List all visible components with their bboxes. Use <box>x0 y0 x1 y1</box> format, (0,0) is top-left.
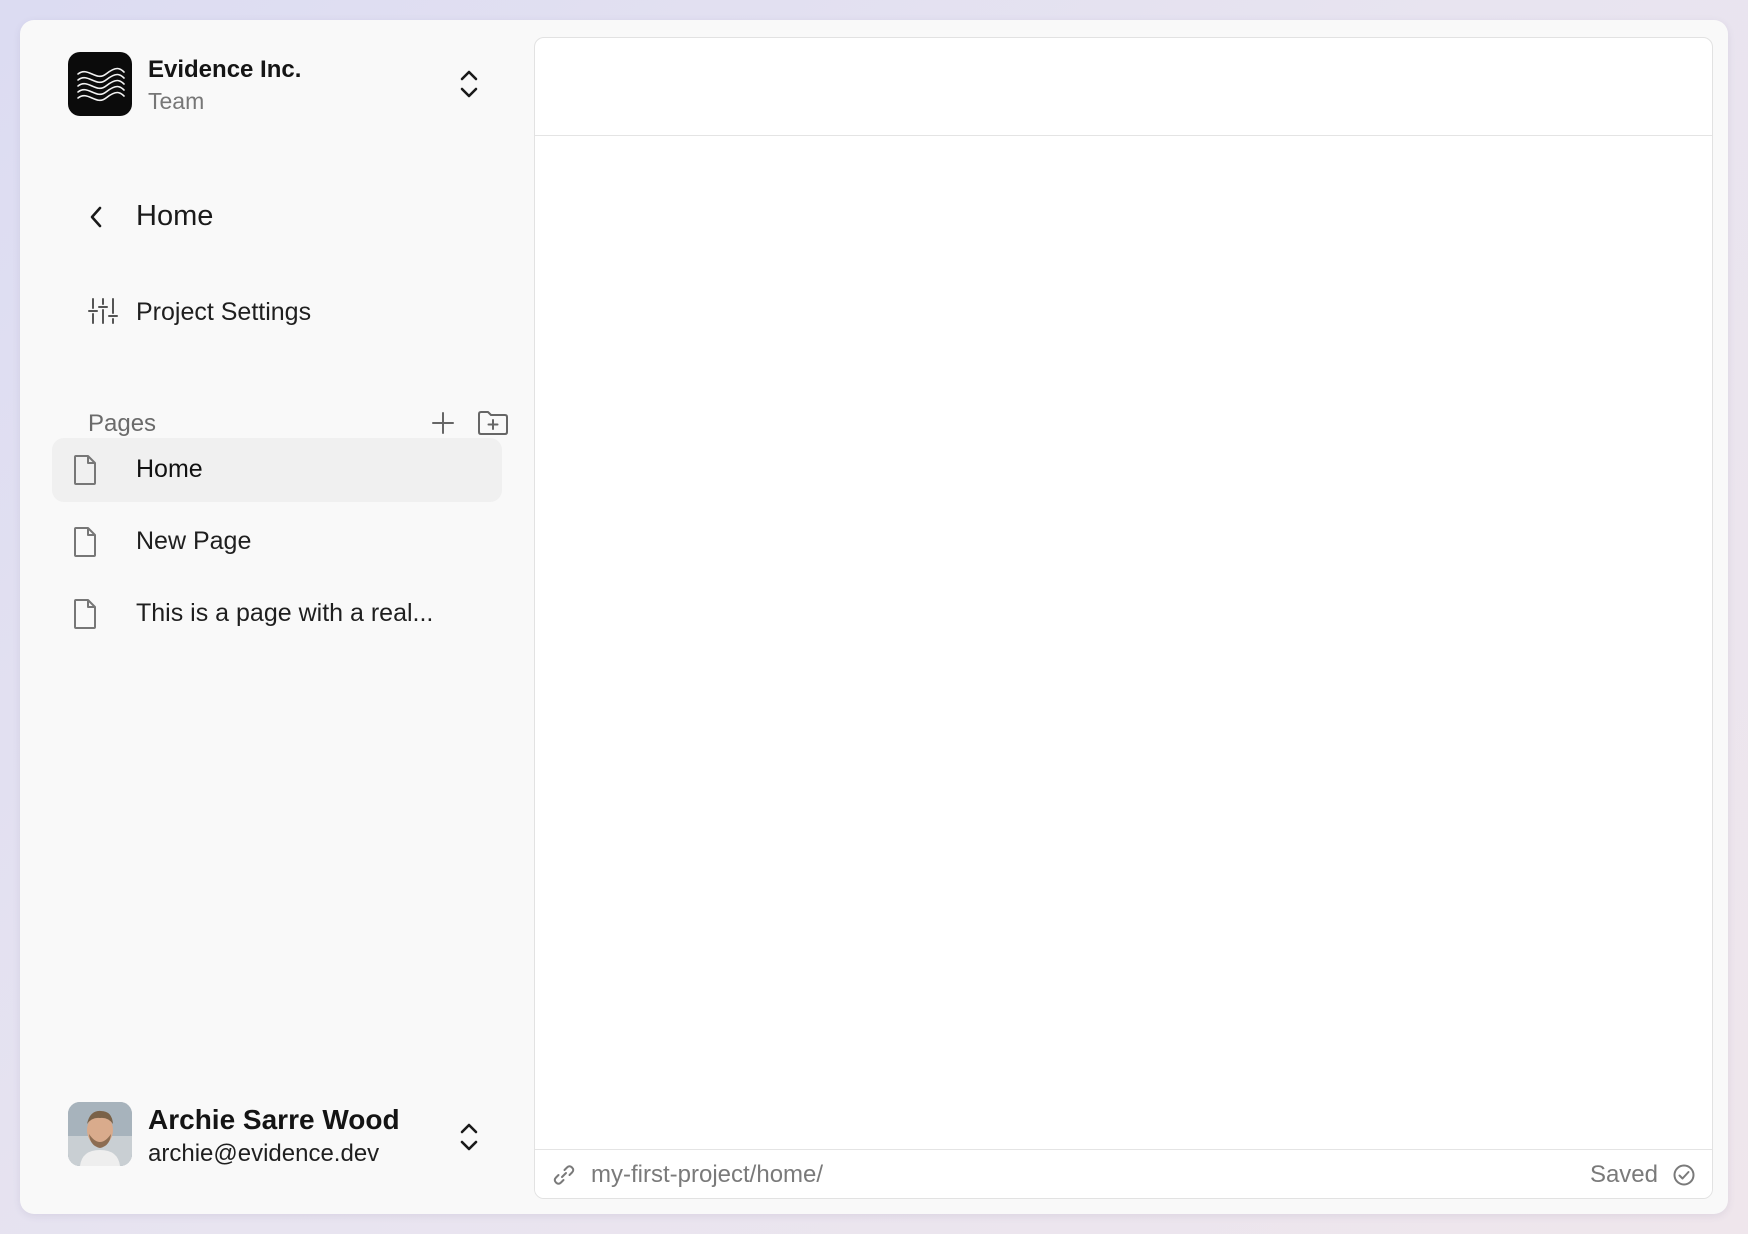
org-switcher[interactable]: Evidence Inc. Team <box>68 52 518 118</box>
back-to-home-link[interactable]: Home <box>68 190 508 242</box>
document-icon <box>74 599 96 629</box>
pages-title: Pages <box>88 410 157 437</box>
link-icon[interactable] <box>551 1162 577 1188</box>
document-icon <box>74 527 96 557</box>
save-status: Saved <box>1589 1161 1658 1188</box>
page-item-label: This is a page with a real... <box>136 599 434 627</box>
chevron-up-down-icon <box>460 1123 478 1151</box>
user-name: Archie Sarre Wood <box>148 1104 400 1135</box>
document-icon <box>74 455 96 485</box>
org-name: Evidence Inc. <box>148 56 302 83</box>
user-switcher[interactable]: Archie Sarre Wood archie@evidence.dev <box>68 1102 518 1172</box>
org-plan: Team <box>148 88 205 114</box>
page-item-new-page[interactable]: New Page <box>52 510 502 574</box>
sliders-icon <box>88 298 118 324</box>
app-window: Evidence Inc. Team Home Project Settings… <box>20 20 1728 1214</box>
evidence-wave-logo-icon <box>77 67 125 102</box>
page-item-long-title[interactable]: This is a page with a real... <box>52 582 502 646</box>
project-settings-link[interactable]: Project Settings <box>68 286 508 338</box>
editor-canvas[interactable] <box>535 136 1712 1146</box>
editor-panel: my-first-project/home/ Saved <box>534 37 1713 1199</box>
avatar <box>68 1102 132 1166</box>
page-path: my-first-project/home/ <box>591 1161 824 1188</box>
editor-footer: my-first-project/home/ Saved <box>535 1149 1712 1198</box>
folder-plus-icon[interactable] <box>476 408 510 438</box>
chevron-up-down-icon <box>460 70 478 98</box>
user-email: archie@evidence.dev <box>148 1140 380 1167</box>
user-avatar-image <box>68 1102 132 1166</box>
back-home-label: Home <box>136 200 214 232</box>
editor-toolbar <box>535 38 1712 136</box>
sidebar: Evidence Inc. Team Home Project Settings… <box>20 20 535 1214</box>
plus-icon[interactable] <box>428 408 458 438</box>
page-item-home[interactable]: Home <box>52 438 502 502</box>
check-circle-icon <box>1673 1164 1695 1186</box>
project-settings-label: Project Settings <box>136 298 312 326</box>
page-item-label: Home <box>136 455 203 483</box>
org-logo <box>68 52 132 116</box>
page-item-label: New Page <box>136 527 252 555</box>
chevron-left-icon <box>90 206 102 228</box>
